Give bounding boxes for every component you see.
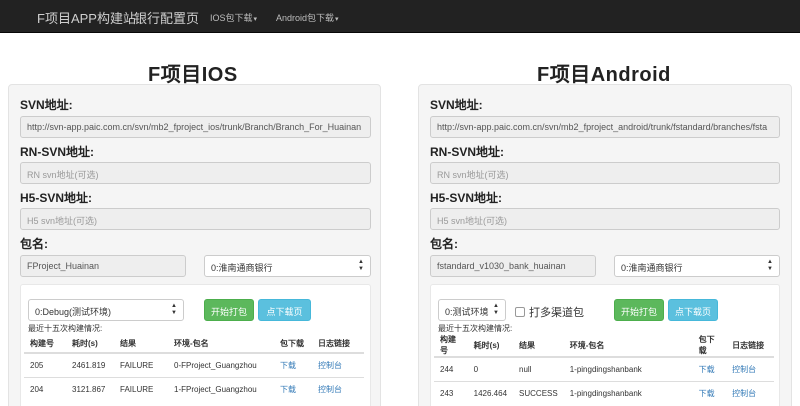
download-link[interactable]: 下载 <box>280 361 296 370</box>
table-row: 205 2461.819 FAILURE 0-FProject_Guangzho… <box>24 352 364 377</box>
ios-bank-select[interactable]: 0:淮南通商银行 ▲ ▼ <box>204 255 371 277</box>
android-h5-svn-field[interactable]: H5 svn地址(可选) <box>430 208 780 230</box>
column-header: 环境-包名 <box>168 334 274 354</box>
ios-h5-svn-field[interactable]: H5 svn地址(可选) <box>20 208 371 230</box>
build-time: 1426.464 <box>467 380 514 405</box>
build-env: 1-pingdingshanbank <box>563 380 693 405</box>
android-svn-label: SVN地址: <box>430 98 483 112</box>
table-row: 244 0 null 1-pingdingshanbank 下载 控制台 <box>434 356 774 381</box>
ios-title: F项目IOS <box>148 64 238 86</box>
build-result: SUCCESS <box>513 380 564 405</box>
column-header: 日志链接 <box>312 334 364 354</box>
android-package-field[interactable]: fstandard_v1030_bank_huainan <box>430 255 596 277</box>
android-rn-svn-label: RN-SVN地址: <box>430 145 504 159</box>
android-env-select[interactable]: 0:测试环境 ▲ ▼ <box>438 299 506 321</box>
console-log-link[interactable]: 控制台 <box>318 385 342 394</box>
ios-bank-select-value: 0:淮南通商银行 <box>211 263 273 273</box>
nav-android-download-menu[interactable]: Android包下载▾ <box>276 11 339 24</box>
column-header: 结果 <box>513 334 564 358</box>
select-arrows-icon: ▲ ▼ <box>171 303 177 316</box>
chevron-down-icon: ▾ <box>335 16 339 23</box>
ios-svn-field[interactable]: http://svn-app.paic.com.cn/svn/mb2_fproj… <box>20 116 371 138</box>
ios-package-label: 包名: <box>20 237 48 251</box>
table-header-row: 构建号 耗时(s) 结果 环境-包名 包下载 日志链接 <box>434 334 774 358</box>
multi-channel-checkbox[interactable] <box>515 307 525 317</box>
ios-svn-label: SVN地址: <box>20 98 73 112</box>
column-header: 耗时(s) <box>66 334 114 354</box>
ios-env-select[interactable]: 0:Debug(测试环境) ▲ ▼ <box>28 299 184 321</box>
download-link[interactable]: 下载 <box>699 389 715 398</box>
ios-package-field[interactable]: FProject_Huainan <box>20 255 186 277</box>
build-time: 2461.819 <box>66 352 114 377</box>
top-navbar: F项目APP构建站 银行配置页 IOS包下载▾ Android包下载▾ <box>0 0 800 33</box>
column-header: 包下载 <box>692 334 727 358</box>
ios-builds-table: 构建号 耗时(s) 结果 环境-包名 包下载 日志链接 205 2461.819… <box>24 334 364 401</box>
build-result: FAILURE <box>114 352 168 377</box>
build-time: 0 <box>467 356 514 381</box>
ios-download-page-button[interactable]: 点下载页 <box>258 299 311 321</box>
nav-ios-download-label: IOS包下载 <box>210 13 253 23</box>
ios-rn-svn-field[interactable]: RN svn地址(可选) <box>20 162 371 184</box>
build-time: 3121.867 <box>66 376 114 401</box>
ios-h5-svn-label: H5-SVN地址: <box>20 191 93 205</box>
nav-android-download-label: Android包下载 <box>276 13 335 23</box>
android-bank-select[interactable]: 0:淮南通商银行 ▲ ▼ <box>614 255 780 277</box>
column-header: 环境-包名 <box>563 334 693 358</box>
select-arrows-icon: ▲ ▼ <box>767 259 773 272</box>
build-env: 0-FProject_Guangzhou <box>168 352 274 377</box>
nav-config-page[interactable]: 银行配置页 <box>134 8 199 27</box>
multi-channel-label: 打多渠道包 <box>529 307 584 319</box>
build-id: 243 <box>434 380 468 405</box>
android-builds-table: 构建号 耗时(s) 结果 环境-包名 包下载 日志链接 244 0 null 1… <box>434 334 774 405</box>
download-link[interactable]: 下载 <box>699 365 715 374</box>
android-bank-select-value: 0:淮南通商银行 <box>621 263 683 273</box>
console-log-link[interactable]: 控制台 <box>732 365 756 374</box>
select-arrows-icon: ▲ ▼ <box>358 259 364 272</box>
build-id: 244 <box>434 356 468 381</box>
build-id: 204 <box>24 376 66 401</box>
console-log-link[interactable]: 控制台 <box>732 389 756 398</box>
android-title: F项目Android <box>537 64 671 86</box>
android-recent-builds-label: 最近十五次构建情况: <box>438 324 513 333</box>
brand-link[interactable]: F项目APP构建站 <box>37 8 136 27</box>
column-header: 构建号 <box>24 334 66 354</box>
android-start-build-button[interactable]: 开始打包 <box>614 299 664 321</box>
column-header: 构建号 <box>434 334 468 358</box>
ios-start-build-button[interactable]: 开始打包 <box>204 299 254 321</box>
column-header: 结果 <box>114 334 168 354</box>
android-h5-svn-label: H5-SVN地址: <box>430 191 503 205</box>
nav-ios-download-menu[interactable]: IOS包下载▾ <box>210 11 257 24</box>
android-package-label: 包名: <box>430 237 458 251</box>
download-link[interactable]: 下载 <box>280 385 296 394</box>
build-env: 1-pingdingshanbank <box>563 356 693 381</box>
table-row: 204 3121.867 FAILURE 1-FProject_Guangzho… <box>24 376 364 401</box>
ios-rn-svn-label: RN-SVN地址: <box>20 145 94 159</box>
build-id: 205 <box>24 352 66 377</box>
table-row: 243 1426.464 SUCCESS 1-pingdingshanbank … <box>434 380 774 405</box>
build-result: FAILURE <box>114 376 168 401</box>
android-download-page-button[interactable]: 点下载页 <box>668 299 718 321</box>
select-arrows-icon: ▲ ▼ <box>493 303 499 316</box>
ios-env-select-value: 0:Debug(测试环境) <box>35 307 112 317</box>
ios-recent-builds-label: 最近十五次构建情况: <box>28 324 103 333</box>
column-header: 日志链接 <box>726 334 774 358</box>
chevron-down-icon: ▾ <box>253 16 258 23</box>
column-header: 耗时(s) <box>467 334 514 358</box>
build-result: null <box>513 356 564 381</box>
android-rn-svn-field[interactable]: RN svn地址(可选) <box>430 162 780 184</box>
console-log-link[interactable]: 控制台 <box>318 361 342 370</box>
android-env-select-value: 0:测试环境 <box>445 307 489 317</box>
build-env: 1-FProject_Guangzhou <box>168 376 274 401</box>
table-header-row: 构建号 耗时(s) 结果 环境-包名 包下载 日志链接 <box>24 334 364 354</box>
android-svn-field[interactable]: http://svn-app.paic.com.cn/svn/mb2_fproj… <box>430 116 780 138</box>
column-header: 包下载 <box>274 334 312 354</box>
